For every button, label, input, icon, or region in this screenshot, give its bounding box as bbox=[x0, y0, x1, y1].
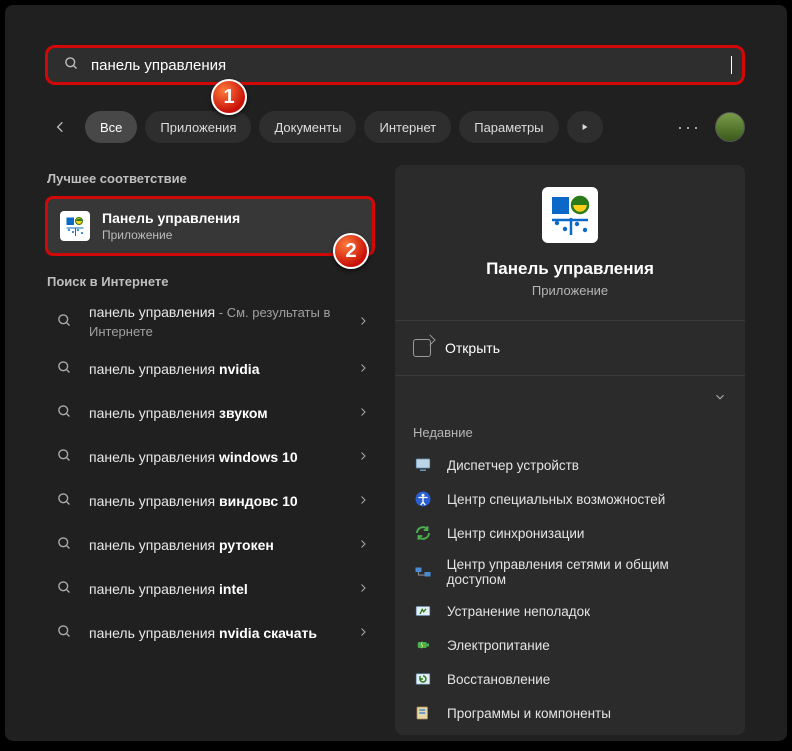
web-result[interactable]: панель управления звуком bbox=[45, 391, 375, 435]
chevron-right-icon bbox=[357, 537, 369, 553]
annotation-badge-1: 1 bbox=[211, 79, 247, 115]
filter-more-play[interactable] bbox=[567, 111, 603, 143]
power-icon bbox=[413, 635, 433, 655]
recent-item-label: Диспетчер устройств bbox=[447, 458, 579, 473]
chevron-right-icon bbox=[357, 493, 369, 509]
recent-item-label: Центр управления сетями и общим доступом bbox=[447, 557, 727, 587]
recent-item[interactable]: Звук - 0 ; bbox=[401, 730, 739, 735]
device-mgr-icon bbox=[413, 455, 433, 475]
preview-pane: Панель управления Приложение Открыть Нед… bbox=[395, 165, 745, 735]
web-result[interactable]: панель управления рутокен bbox=[45, 523, 375, 567]
search-icon bbox=[57, 448, 75, 466]
search-icon bbox=[57, 536, 75, 554]
divider bbox=[395, 320, 745, 321]
search-input[interactable] bbox=[91, 57, 733, 74]
filter-all[interactable]: Все bbox=[85, 111, 137, 143]
chevron-right-icon bbox=[357, 449, 369, 465]
open-label: Открыть bbox=[445, 340, 500, 356]
user-avatar[interactable] bbox=[715, 112, 745, 142]
chevron-right-icon bbox=[357, 405, 369, 421]
recent-item[interactable]: Центр управления сетями и общим доступом bbox=[401, 550, 739, 594]
web-result[interactable]: панель управления windows 10 bbox=[45, 435, 375, 479]
text-caret bbox=[731, 56, 732, 74]
search-icon bbox=[57, 492, 75, 510]
expand-actions[interactable] bbox=[395, 380, 745, 417]
chevron-right-icon bbox=[357, 314, 369, 330]
chevron-right-icon bbox=[357, 625, 369, 641]
preview-subtitle: Приложение bbox=[532, 283, 608, 298]
filter-apps[interactable]: Приложения bbox=[145, 111, 251, 143]
web-result-label: панель управления nvidia скачать bbox=[89, 624, 357, 642]
recent-item-label: Центр специальных возможностей bbox=[447, 492, 665, 507]
web-result[interactable]: панель управления виндовс 10 bbox=[45, 479, 375, 523]
chevron-down-icon bbox=[713, 390, 727, 407]
recent-item[interactable]: Программы и компоненты bbox=[401, 696, 739, 730]
chevron-right-icon bbox=[357, 581, 369, 597]
web-result[interactable]: панель управления - См. результаты в Инт… bbox=[45, 297, 375, 347]
annotation-badge-2: 2 bbox=[333, 233, 369, 269]
web-result-label: панель управления - См. результаты в Инт… bbox=[89, 303, 357, 341]
web-result-label: панель управления звуком bbox=[89, 404, 357, 422]
recent-item-label: Программы и компоненты bbox=[447, 706, 611, 721]
best-match-subtitle: Приложение bbox=[102, 228, 240, 242]
control-panel-icon bbox=[60, 211, 90, 241]
chevron-right-icon bbox=[357, 361, 369, 377]
recent-item-label: Электропитание bbox=[447, 638, 550, 653]
recent-item-label: Восстановление bbox=[447, 672, 550, 687]
web-result-label: панель управления рутокен bbox=[89, 536, 357, 554]
recent-heading: Недавние bbox=[395, 417, 745, 448]
search-icon bbox=[57, 624, 75, 642]
divider bbox=[395, 375, 745, 376]
more-menu[interactable]: ··· bbox=[677, 117, 701, 138]
recovery-icon bbox=[413, 669, 433, 689]
troubleshoot-icon bbox=[413, 601, 433, 621]
sync-icon bbox=[413, 523, 433, 543]
accessibility-icon bbox=[413, 489, 433, 509]
filter-settings[interactable]: Параметры bbox=[459, 111, 558, 143]
recent-item[interactable]: Диспетчер устройств bbox=[401, 448, 739, 482]
web-search-heading: Поиск в Интернете bbox=[47, 274, 375, 289]
recent-item-label: Центр синхронизации bbox=[447, 526, 584, 541]
web-result-label: панель управления nvidia bbox=[89, 360, 357, 378]
recent-item-label: Устранение неполадок bbox=[447, 604, 590, 619]
recent-item[interactable]: Устранение неполадок bbox=[401, 594, 739, 628]
filter-web[interactable]: Интернет bbox=[364, 111, 451, 143]
network-icon bbox=[413, 562, 433, 582]
web-result[interactable]: панель управления nvidia bbox=[45, 347, 375, 391]
open-icon bbox=[413, 339, 431, 357]
search-icon bbox=[57, 580, 75, 598]
search-bar[interactable] bbox=[45, 45, 745, 85]
web-result-label: панель управления windows 10 bbox=[89, 448, 357, 466]
preview-app-icon bbox=[542, 187, 598, 243]
results-column: Лучшее соответствие Панель управления Пр… bbox=[45, 165, 375, 655]
search-icon bbox=[57, 360, 75, 378]
recent-item[interactable]: Центр специальных возможностей bbox=[401, 482, 739, 516]
best-match-heading: Лучшее соответствие bbox=[47, 171, 375, 186]
preview-title: Панель управления bbox=[486, 259, 654, 279]
back-button[interactable] bbox=[45, 111, 77, 143]
best-match-result[interactable]: Панель управления Приложение bbox=[45, 196, 375, 256]
web-result[interactable]: панель управления nvidia скачать bbox=[45, 611, 375, 655]
filter-documents[interactable]: Документы bbox=[259, 111, 356, 143]
open-action[interactable]: Открыть bbox=[395, 325, 745, 371]
best-match-title: Панель управления bbox=[102, 210, 240, 226]
recent-item[interactable]: Восстановление bbox=[401, 662, 739, 696]
search-icon bbox=[57, 313, 75, 331]
web-result[interactable]: панель управления intel bbox=[45, 567, 375, 611]
search-icon bbox=[57, 404, 75, 422]
recent-item[interactable]: Центр синхронизации bbox=[401, 516, 739, 550]
web-result-label: панель управления intel bbox=[89, 580, 357, 598]
programs-icon bbox=[413, 703, 433, 723]
filter-row: Все Приложения Документы Интернет Параме… bbox=[45, 109, 745, 145]
recent-item[interactable]: Электропитание bbox=[401, 628, 739, 662]
web-result-label: панель управления виндовс 10 bbox=[89, 492, 357, 510]
search-icon bbox=[64, 56, 79, 75]
